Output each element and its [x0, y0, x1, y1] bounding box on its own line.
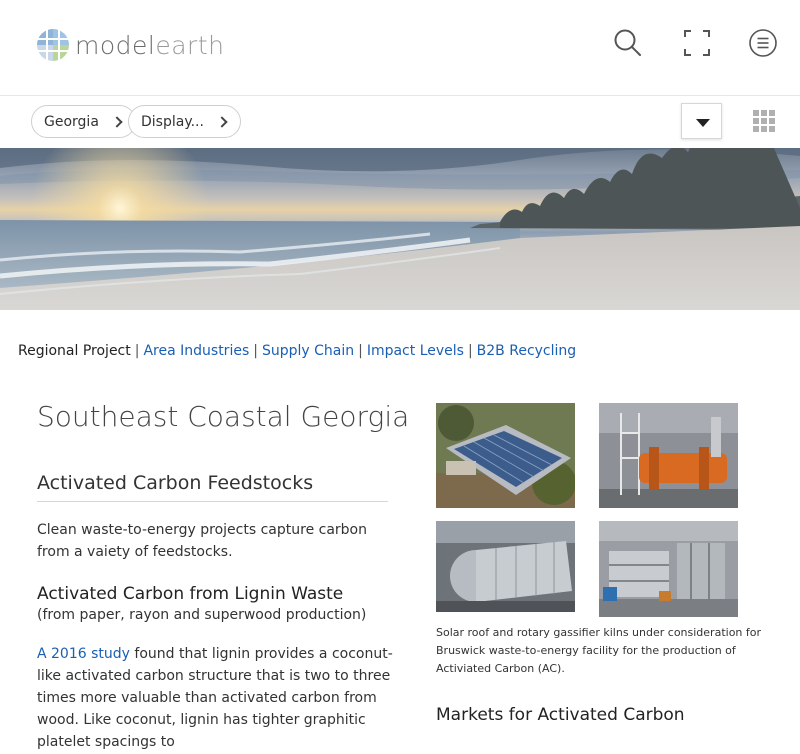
nav-link-b2b-recycling[interactable]: B2B Recycling [477, 343, 577, 359]
site-header: modelearth [0, 0, 800, 96]
nav-link-area-industries[interactable]: Area Industries [143, 343, 249, 359]
section-divider [37, 501, 388, 502]
nav-separator: | [253, 343, 258, 359]
fullscreen-icon[interactable] [682, 28, 712, 58]
logo-wordmark: modelearth [75, 31, 225, 60]
nav-link-supply-chain[interactable]: Supply Chain [262, 343, 354, 359]
chevron-right-icon [111, 115, 123, 128]
lignin-subtitle: (from paper, rayon and superwood product… [37, 607, 367, 623]
nav-separator: | [467, 343, 473, 359]
nav-separator: | [134, 343, 140, 359]
dropdown-toggle-button[interactable] [681, 103, 722, 139]
search-icon[interactable] [613, 28, 643, 58]
caret-down-icon [696, 119, 710, 127]
nav-current-regional-project: Regional Project [18, 343, 131, 359]
gasifier-drum-photo [436, 521, 575, 626]
solar-roof-photo [436, 403, 575, 508]
page-title: Southeast Coastal Georgia [37, 400, 410, 433]
site-logo[interactable]: modelearth [37, 29, 225, 61]
nav-separator: | [358, 343, 363, 359]
breadcrumb: Georgia Display... [0, 96, 800, 148]
menu-icon[interactable] [748, 28, 778, 58]
lignin-paragraph: A 2016 study found that lignin provides … [37, 643, 402, 753]
breadcrumb-label: Display... [141, 113, 204, 130]
breadcrumb-label: Georgia [44, 113, 99, 130]
globe-logo-icon [37, 29, 69, 61]
breadcrumb-georgia[interactable]: Georgia [31, 105, 136, 138]
section-title: Activated Carbon Feedstocks [37, 472, 314, 494]
intro-paragraph: Clean waste-to-energy projects capture c… [37, 522, 367, 560]
nav-link-impact-levels[interactable]: Impact Levels [367, 343, 464, 359]
hero-beach-image [0, 148, 800, 310]
study-link[interactable]: A 2016 study [37, 646, 130, 662]
breadcrumb-display[interactable]: Display... [128, 105, 241, 138]
markets-heading: Markets for Activated Carbon [436, 705, 685, 725]
rotary-kiln-photo [599, 403, 738, 508]
section-nav: Regional Project | Area Industries | Supply … [18, 343, 576, 359]
lignin-heading: Activated Carbon from Lignin Waste [37, 584, 344, 604]
beach-sunset-illustration [0, 148, 800, 310]
processing-equipment-photo [599, 521, 738, 626]
logo-primary: model [75, 30, 156, 60]
logo-secondary: earth [155, 30, 225, 60]
chevron-right-icon [216, 115, 228, 128]
app-grid-icon[interactable] [753, 110, 775, 132]
photo-caption: Solar roof and rotary gassifier kilns un… [436, 626, 762, 675]
